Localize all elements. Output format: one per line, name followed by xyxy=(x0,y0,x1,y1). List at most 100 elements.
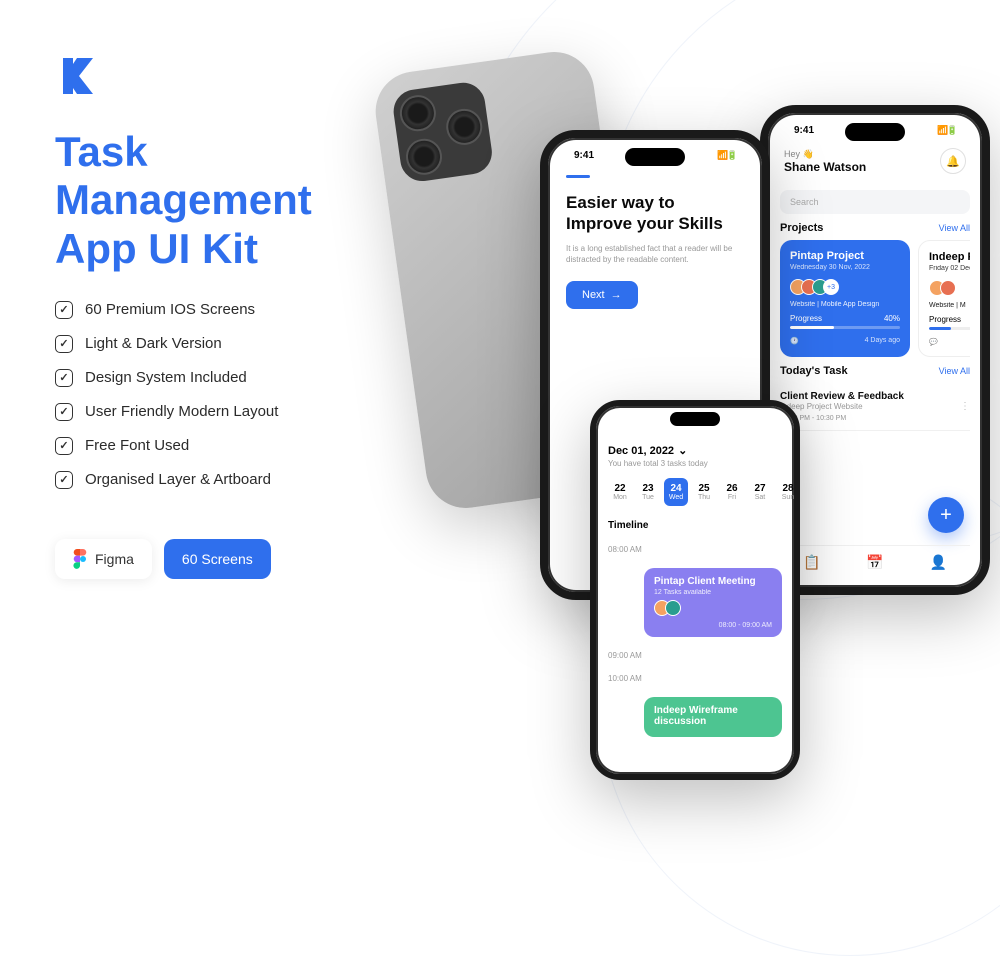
view-all-link[interactable]: View All xyxy=(939,366,970,376)
project-card[interactable]: Indeep P Friday 02 Dec Website | M Progr… xyxy=(918,240,970,357)
progress-bar xyxy=(929,327,970,330)
camera-lens-icon xyxy=(444,107,485,148)
search-input[interactable]: Search xyxy=(780,190,970,214)
phone-mockups: 9:41 Easier way toImprove your Skills It… xyxy=(400,30,980,730)
check-icon xyxy=(55,335,73,353)
feature-text: Light & Dark Version xyxy=(85,335,222,352)
calendar-day[interactable]: 27Sat xyxy=(748,478,772,506)
add-button[interactable]: + xyxy=(928,497,964,533)
dynamic-island xyxy=(625,148,685,166)
feature-text: Organised Layer & Artboard xyxy=(85,471,271,488)
avatar xyxy=(940,280,956,296)
dynamic-island xyxy=(845,123,905,141)
event-time: 08:00 - 09:00 AM xyxy=(654,622,772,629)
task-title: Client Review & Feedback xyxy=(780,391,904,402)
username-text: Shane Watson xyxy=(784,160,866,174)
plus-icon: + xyxy=(940,504,952,527)
camera-bump xyxy=(391,80,495,184)
check-icon xyxy=(55,403,73,421)
section-title-tasks: Today's Task xyxy=(780,365,848,377)
onboarding-description: It is a long established fact that a rea… xyxy=(566,243,744,265)
clock-icon: 🕐 xyxy=(790,337,799,345)
project-card[interactable]: Pintap Project Wednesday 30 Nov, 2022 +3… xyxy=(780,240,910,357)
project-date: Friday 02 Dec xyxy=(929,265,970,272)
feature-text: User Friendly Modern Layout xyxy=(85,403,278,420)
feature-item: Light & Dark Version xyxy=(55,335,395,353)
nav-calendar-icon[interactable]: 📅 xyxy=(866,554,883,571)
product-title: Task Management App UI Kit xyxy=(55,128,395,273)
section-title-projects: Projects xyxy=(780,222,823,234)
timeline-hour: 09:00 AM xyxy=(608,651,782,660)
camera-lens-icon xyxy=(404,136,445,177)
posted-time: 4 Days ago xyxy=(865,337,900,345)
calendar-day[interactable]: 28Sun xyxy=(776,478,800,506)
timeline-subtitle: You have total 3 tasks today xyxy=(608,459,782,468)
screens-label: 60 Screens xyxy=(182,551,253,567)
status-time: 9:41 xyxy=(574,150,594,161)
calendar-day[interactable]: 22Mon xyxy=(608,478,632,506)
comment-icon: 💬 xyxy=(929,338,938,346)
progress-fill xyxy=(929,327,951,330)
task-subtitle: Indeep Project Website xyxy=(780,402,904,411)
timeline-screen: Dec 01, 2022⌄ You have total 3 tasks tod… xyxy=(590,400,800,780)
status-time: 9:41 xyxy=(794,125,814,136)
project-tag: Website | M xyxy=(929,302,970,309)
check-icon xyxy=(55,471,73,489)
feature-item: Organised Layer & Artboard xyxy=(55,471,395,489)
project-tag: Website | Mobile App Design xyxy=(790,301,900,308)
event-title: Pintap Client Meeting xyxy=(654,576,772,587)
greeting-text: Hey 👋 xyxy=(784,149,866,160)
marketing-panel: Task Management App UI Kit 60 Premium IO… xyxy=(55,52,395,579)
bell-icon: 🔔 xyxy=(946,155,960,168)
progress-bar xyxy=(790,326,900,329)
next-button[interactable]: Next→ xyxy=(566,281,638,309)
bottom-nav: 📋 📅 👤 xyxy=(780,545,970,579)
calendar-day[interactable]: 26Fri xyxy=(720,478,744,506)
figma-icon xyxy=(73,549,87,569)
onboarding-title: Easier way toImprove your Skills xyxy=(566,192,744,235)
nav-profile-icon[interactable]: 👤 xyxy=(930,554,947,571)
onboarding-progress xyxy=(566,175,590,178)
avatar-row xyxy=(929,280,970,296)
progress-pct: 40% xyxy=(884,314,900,323)
check-icon xyxy=(55,369,73,387)
progress-label: Progress xyxy=(929,315,961,324)
dynamic-island xyxy=(670,412,720,426)
screens-badge: 60 Screens xyxy=(164,539,271,579)
notifications-button[interactable]: 🔔 xyxy=(940,148,966,174)
calendar-day[interactable]: 25Thu xyxy=(692,478,716,506)
calendar-day-active[interactable]: 24Wed xyxy=(664,478,688,506)
feature-item: Free Font Used xyxy=(55,437,395,455)
avatar-more: +3 xyxy=(823,279,839,295)
view-all-link[interactable]: View All xyxy=(939,223,970,233)
date-picker[interactable]: Dec 01, 2022⌄ xyxy=(608,444,782,457)
avatar-row: +3 xyxy=(790,279,900,295)
camera-lens-icon xyxy=(398,93,439,134)
check-icon xyxy=(55,437,73,455)
nav-home-icon[interactable]: 📋 xyxy=(803,554,820,571)
brand-logo xyxy=(55,52,103,100)
avatar xyxy=(665,600,681,616)
feature-text: Free Font Used xyxy=(85,437,189,454)
feature-text: 60 Premium IOS Screens xyxy=(85,301,255,318)
figma-label: Figma xyxy=(95,551,134,567)
arrow-right-icon: → xyxy=(611,289,622,301)
feature-item: User Friendly Modern Layout xyxy=(55,403,395,421)
timeline-hour: 08:00 AM xyxy=(608,545,782,554)
status-icons xyxy=(937,125,956,136)
more-icon[interactable]: ⋮ xyxy=(960,401,970,412)
timeline-event[interactable]: Indeep Wireframe discussion xyxy=(644,697,782,737)
calendar-strip: 22Mon 23Tue 24Wed 25Thu 26Fri 27Sat 28Su… xyxy=(608,478,782,506)
task-item[interactable]: Client Review & Feedback Indeep Project … xyxy=(780,383,970,431)
feature-text: Design System Included xyxy=(85,369,247,386)
feature-item: Design System Included xyxy=(55,369,395,387)
project-cards: Pintap Project Wednesday 30 Nov, 2022 +3… xyxy=(780,240,970,357)
timeline-label: Timeline xyxy=(608,520,782,531)
timeline-event[interactable]: Pintap Client Meeting 12 Tasks available… xyxy=(644,568,782,637)
event-title: Indeep Wireframe discussion xyxy=(654,705,772,727)
calendar-day[interactable]: 23Tue xyxy=(636,478,660,506)
event-subtitle: 12 Tasks available xyxy=(654,589,772,596)
timeline-hour: 10:00 AM xyxy=(608,674,782,683)
avatar-row xyxy=(654,600,772,616)
project-date: Wednesday 30 Nov, 2022 xyxy=(790,264,900,271)
